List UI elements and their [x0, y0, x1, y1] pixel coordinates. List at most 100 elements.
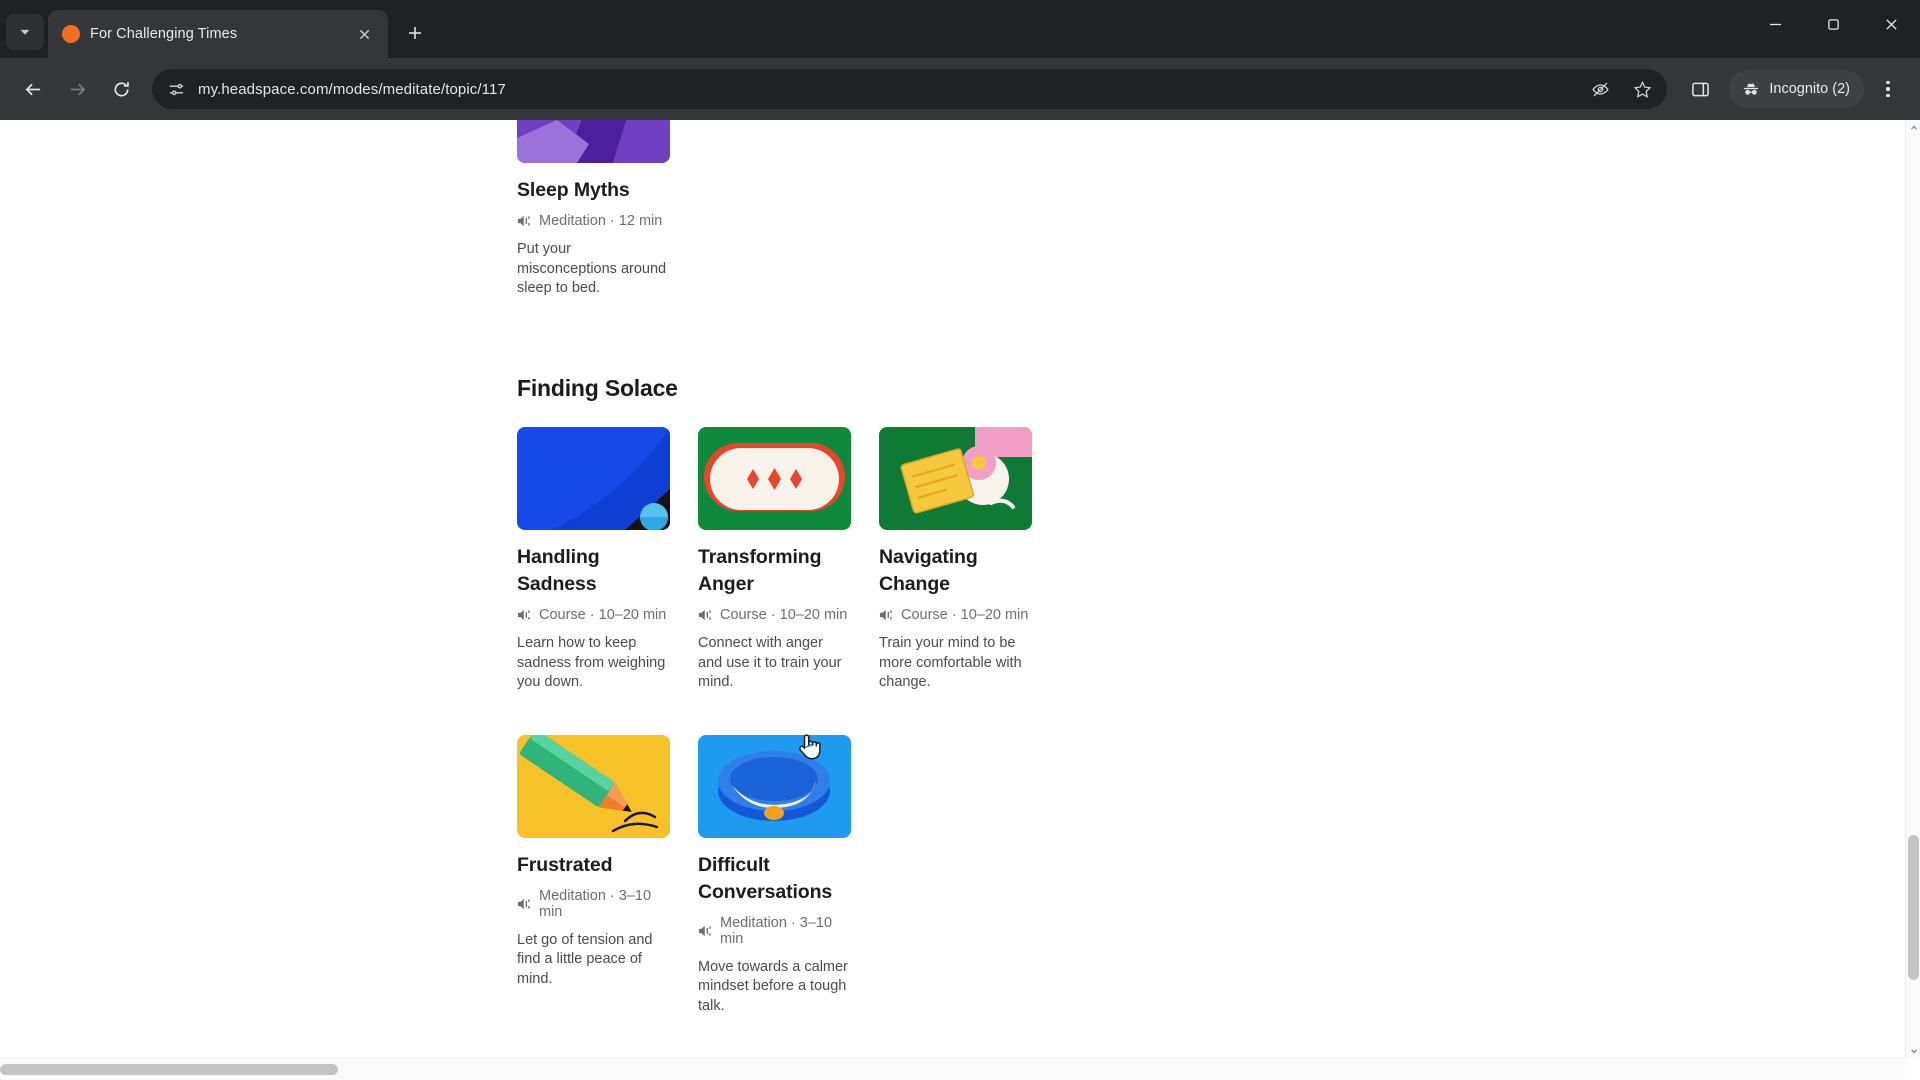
card-title: Navigating Change	[879, 546, 978, 595]
menu-dot	[1886, 87, 1890, 91]
window-controls	[1746, 0, 1920, 58]
site-information-button[interactable]	[166, 79, 186, 99]
maximize-icon	[1827, 18, 1839, 30]
address-bar-url: my.headspace.com/modes/meditate/topic/11…	[198, 80, 506, 98]
card-difficult-conversations[interactable]: Difficult Conversations Meditation · 3–1…	[698, 734, 851, 1017]
reload-button[interactable]	[100, 68, 142, 110]
card-meta-text: Meditation · 12 min	[539, 213, 663, 229]
vertical-scrollbar[interactable]	[1905, 120, 1920, 1058]
star-icon	[1633, 80, 1652, 98]
card-thumbnail[interactable]	[517, 734, 670, 838]
page-content: Sleep Myths Meditation · 12 min Put your…	[0, 120, 1920, 1080]
scroll-down-button[interactable]	[1906, 1043, 1920, 1058]
horizontal-scrollbar[interactable]	[0, 1058, 1905, 1080]
maximize-button[interactable]	[1804, 0, 1862, 48]
sleep-myths-artwork	[517, 120, 670, 163]
side-panel-icon	[1692, 82, 1709, 96]
audio-icon	[517, 215, 530, 227]
audio-icon	[517, 609, 530, 621]
minimize-button[interactable]	[1746, 0, 1804, 48]
close-window-button[interactable]	[1862, 0, 1920, 48]
card-title: Frustrated	[517, 853, 613, 876]
card-thumbnail[interactable]	[698, 734, 851, 838]
tab-favicon	[62, 25, 80, 43]
card-meta-text: Course · 10–20 min	[720, 607, 848, 623]
audio-icon	[698, 609, 711, 621]
plus-icon	[409, 27, 421, 39]
card-meta-text: Course · 10–20 min	[539, 607, 667, 623]
browser-window: For Challenging Times my.headspace.com/m…	[0, 0, 1920, 1080]
page-viewport: Sleep Myths Meditation · 12 min Put your…	[0, 120, 1920, 1080]
horizontal-scrollbar-thumb[interactable]	[0, 1064, 338, 1075]
frustrated-artwork	[517, 734, 670, 838]
minimize-icon	[1769, 23, 1781, 25]
tab-close-button[interactable]	[352, 22, 376, 46]
menu-dot	[1886, 80, 1890, 85]
close-icon	[359, 29, 369, 39]
browser-tab[interactable]: For Challenging Times	[48, 10, 388, 58]
audio-icon	[517, 898, 530, 909]
back-button[interactable]	[12, 68, 54, 110]
eye-off-icon	[1592, 82, 1609, 96]
card-frustrated[interactable]: Frustrated Meditation · 3–10 min Let go …	[517, 734, 670, 1017]
card-thumbnail[interactable]	[698, 427, 851, 530]
audio-icon	[879, 609, 892, 621]
section-title: Finding Solace	[517, 375, 678, 401]
card-description: Let go of tension and find a little peac…	[517, 931, 653, 987]
card-title: Transforming Anger	[698, 546, 822, 595]
card-sleep-myths[interactable]: Sleep Myths Meditation · 12 min Put your…	[517, 120, 670, 299]
card-row: Handling Sadness Course · 10–20 min Lear…	[517, 427, 1077, 693]
back-arrow-icon	[25, 83, 40, 95]
card-handling-sadness[interactable]: Handling Sadness Course · 10–20 min Lear…	[517, 427, 670, 693]
card-description: Put your misconceptions around sleep to …	[517, 241, 667, 296]
incognito-label: Incognito (2)	[1769, 81, 1850, 97]
navigating-change-artwork	[879, 427, 1032, 530]
card-description: Train your mind to be more comfortable w…	[879, 635, 1022, 690]
vertical-scrollbar-thumb[interactable]	[1908, 835, 1919, 980]
card-thumbnail[interactable]	[517, 427, 670, 530]
card-row: Frustrated Meditation · 3–10 min Let go …	[517, 734, 1077, 1017]
reload-icon	[113, 81, 129, 97]
new-tab-button[interactable]	[396, 14, 434, 52]
tracking-protection-button[interactable]	[1587, 76, 1613, 102]
handling-sadness-artwork	[517, 427, 670, 530]
card-description: Move towards a calmer mindset before a t…	[698, 958, 848, 1014]
tune-icon	[169, 83, 183, 95]
card-meta-text: Meditation · 3–10 min	[539, 887, 652, 920]
forward-arrow-icon	[70, 83, 85, 95]
card-meta: Course · 10–20 min	[698, 607, 851, 623]
chevron-down-icon	[20, 29, 30, 35]
card-title: Handling Sadness	[517, 546, 600, 595]
tab-search-button[interactable]	[6, 14, 44, 50]
browser-toolbar: my.headspace.com/modes/meditate/topic/11…	[0, 58, 1920, 120]
card-thumbnail[interactable]	[879, 427, 1032, 530]
incognito-icon	[1740, 79, 1761, 100]
card-thumbnail[interactable]	[517, 120, 670, 163]
card-meta-text: Meditation · 3–10 min	[720, 914, 833, 947]
section-finding-solace: Finding Solace Handling Sadness Course ·…	[517, 375, 1077, 1016]
browser-menu-button[interactable]	[1868, 68, 1908, 110]
card-navigating-change[interactable]: Navigating Change Course · 10–20 min Tra…	[879, 427, 1032, 693]
card-description: Learn how to keep sadness from weighing …	[517, 635, 666, 690]
card-title: Difficult Conversations	[698, 853, 833, 903]
forward-button[interactable]	[56, 68, 98, 110]
chevron-down-icon	[1910, 1048, 1917, 1054]
tab-title: For Challenging Times	[90, 26, 238, 42]
transforming-anger-artwork	[698, 427, 851, 530]
incognito-indicator[interactable]: Incognito (2)	[1729, 70, 1864, 108]
card-meta: Meditation · 12 min	[517, 213, 670, 229]
card-meta: Course · 10–20 min	[879, 607, 1032, 623]
bookmark-button[interactable]	[1629, 76, 1655, 102]
audio-icon	[698, 925, 711, 936]
card-meta: Course · 10–20 min	[517, 607, 670, 623]
chevron-up-icon	[1910, 124, 1917, 130]
card-transforming-anger[interactable]: Transforming Anger Course · 10–20 min Co…	[698, 427, 851, 693]
menu-dot	[1886, 93, 1890, 98]
side-panel-button[interactable]	[1679, 68, 1721, 110]
tab-strip: For Challenging Times	[0, 0, 1920, 58]
card-meta: Meditation · 3–10 min	[517, 888, 670, 920]
card-meta-text: Course · 10–20 min	[901, 607, 1029, 623]
scroll-up-button[interactable]	[1906, 120, 1920, 135]
address-bar[interactable]: my.headspace.com/modes/meditate/topic/11…	[152, 69, 1668, 109]
card-description: Connect with anger and use it to train y…	[698, 635, 842, 690]
